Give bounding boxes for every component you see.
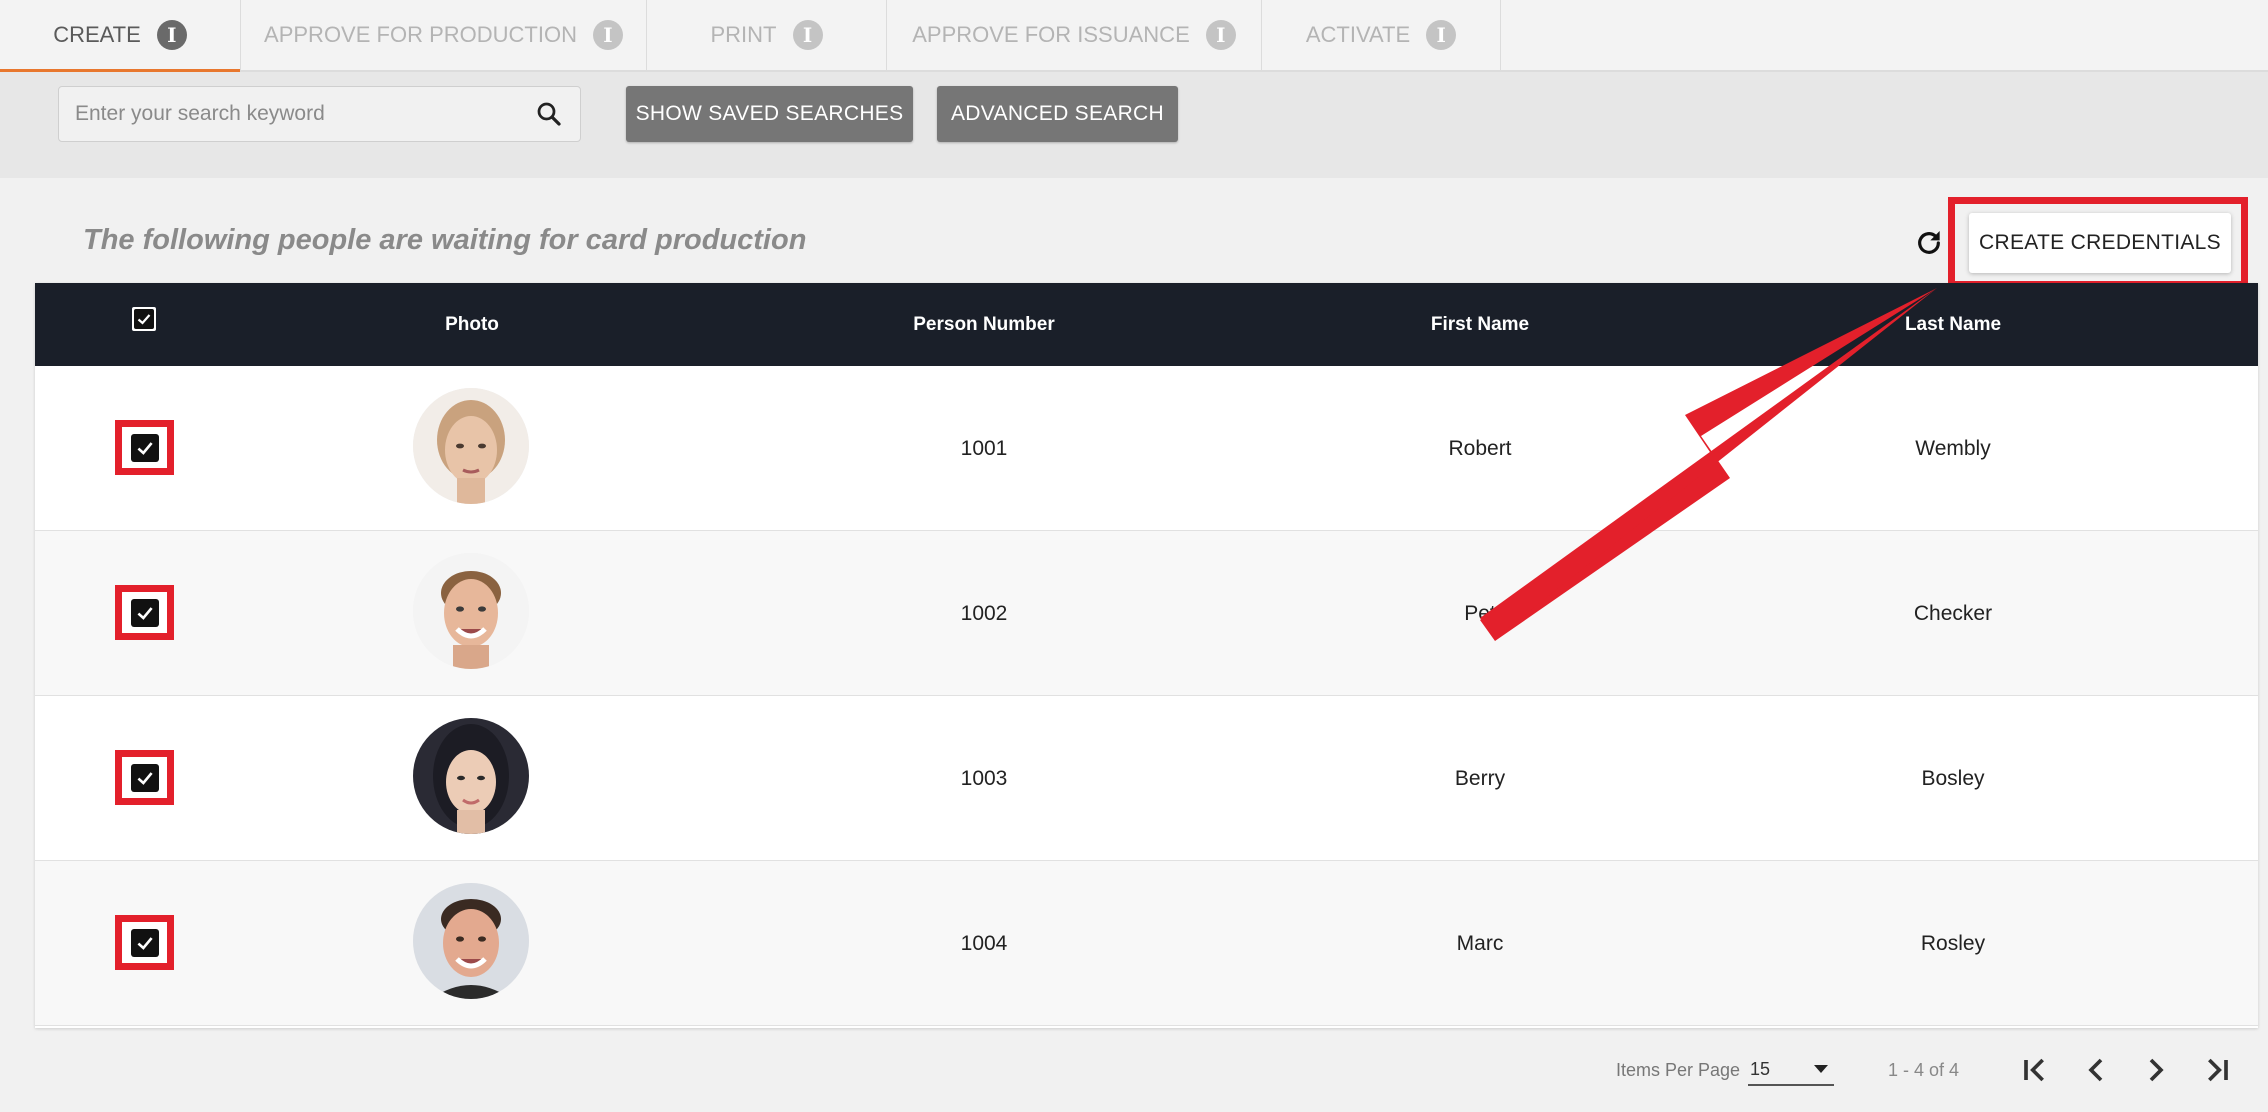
male-smiling-photo bbox=[413, 553, 529, 669]
last-page-button[interactable] bbox=[2196, 1050, 2236, 1090]
last-name-cell: Wembly bbox=[1915, 436, 1991, 460]
tab-print[interactable]: PRINT i bbox=[647, 0, 887, 70]
female-light-hair-photo bbox=[413, 388, 529, 504]
row-checkbox-highlight bbox=[115, 420, 174, 475]
next-page-button[interactable] bbox=[2136, 1050, 2176, 1090]
row-checkbox-highlight bbox=[115, 750, 174, 805]
first-page-button[interactable] bbox=[2016, 1050, 2056, 1090]
column-header-first-name[interactable]: First Name bbox=[1345, 283, 1615, 366]
column-header-photo[interactable]: Photo bbox=[392, 283, 552, 366]
tab-label: ACTIVATE bbox=[1305, 22, 1411, 47]
show-saved-searches-button[interactable]: SHOW SAVED SEARCHES bbox=[626, 86, 913, 142]
table-row[interactable]: 1002 Pet Checker bbox=[35, 531, 2258, 696]
previous-page-button[interactable] bbox=[2076, 1050, 2116, 1090]
first-name-cell: Berry bbox=[1454, 766, 1506, 790]
info-icon[interactable]: i bbox=[592, 20, 623, 50]
checkbox-checked-icon bbox=[137, 771, 153, 785]
person-number-cell: 1003 bbox=[960, 766, 1008, 790]
person-photo bbox=[413, 388, 529, 504]
person-photo bbox=[413, 883, 529, 999]
checkbox-checked-icon bbox=[137, 606, 153, 620]
tab-label: CREATE bbox=[53, 22, 141, 47]
tab-label: PRINT bbox=[710, 22, 777, 47]
row-checkbox-highlight bbox=[115, 915, 174, 970]
create-credentials-highlight: CREATE CREDENTIALS bbox=[1948, 197, 2248, 288]
search-icon[interactable] bbox=[534, 99, 564, 129]
row-checkbox[interactable] bbox=[130, 598, 159, 627]
tab-approve-for-production[interactable]: APPROVE FOR PRODUCTION i bbox=[241, 0, 647, 70]
first-name-cell: Pet bbox=[1464, 601, 1496, 625]
person-photo bbox=[413, 718, 529, 834]
search-box bbox=[58, 86, 581, 142]
search-input[interactable] bbox=[75, 102, 534, 126]
tab-label: APPROVE FOR PRODUCTION bbox=[264, 22, 577, 47]
create-credentials-button[interactable]: CREATE CREDENTIALS bbox=[1969, 213, 2231, 273]
first-name-cell: Robert bbox=[1448, 436, 1512, 460]
row-checkbox-highlight bbox=[115, 585, 174, 640]
page-range: 1 - 4 of 4 bbox=[1888, 1060, 1960, 1080]
info-icon[interactable]: i bbox=[1205, 20, 1236, 50]
next-page-icon bbox=[2149, 1058, 2164, 1082]
items-per-page-select[interactable]: 15 bbox=[1748, 1054, 1834, 1086]
last-name-cell: Bosley bbox=[1921, 766, 1985, 790]
row-checkbox[interactable] bbox=[130, 928, 159, 957]
table-row[interactable]: 1004 Marc Rosley bbox=[35, 861, 2258, 1026]
page-title: The following people are waiting for car… bbox=[83, 224, 807, 256]
last-name-cell: Rosley bbox=[1920, 931, 1986, 955]
person-number-cell: 1004 bbox=[960, 931, 1008, 955]
person-photo bbox=[413, 553, 529, 669]
person-number-cell: 1001 bbox=[960, 436, 1008, 460]
column-header-last-name[interactable]: Last Name bbox=[1818, 283, 2088, 366]
checkbox-checked-icon bbox=[134, 309, 154, 329]
last-page-icon bbox=[2208, 1058, 2228, 1082]
row-checkbox[interactable] bbox=[130, 433, 159, 462]
first-name-cell: Marc bbox=[1456, 931, 1504, 955]
tab-activate[interactable]: ACTIVATE i bbox=[1262, 0, 1501, 70]
people-table: Photo Person Number First Name Last Name… bbox=[35, 283, 2258, 1028]
items-per-page-value: 15 bbox=[1750, 1058, 1771, 1079]
workflow-tabs: CREATE i APPROVE FOR PRODUCTION i PRINT … bbox=[0, 0, 2268, 72]
advanced-search-button[interactable]: ADVANCED SEARCH bbox=[937, 86, 1178, 142]
pagination-bar: Items Per Page 15 1 - 4 of 4 bbox=[0, 1028, 2268, 1112]
info-icon[interactable]: i bbox=[156, 20, 187, 50]
tab-label: APPROVE FOR ISSUANCE bbox=[912, 22, 1190, 47]
male-dark-hair-photo bbox=[413, 883, 529, 999]
refresh-icon[interactable] bbox=[1913, 227, 1945, 259]
person-number-cell: 1002 bbox=[960, 601, 1008, 625]
chevron-down-icon bbox=[1814, 1065, 1828, 1073]
table-row[interactable]: 1001 Robert Wembly bbox=[35, 366, 2258, 531]
checkbox-checked-icon bbox=[137, 441, 153, 455]
first-page-icon bbox=[2024, 1058, 2044, 1082]
last-name-cell: Checker bbox=[1913, 601, 1993, 625]
table-header: Photo Person Number First Name Last Name bbox=[35, 283, 2258, 366]
info-icon[interactable]: i bbox=[792, 20, 823, 50]
tab-create[interactable]: CREATE i bbox=[0, 0, 241, 72]
select-all-checkbox[interactable] bbox=[132, 307, 156, 331]
items-per-page-label: Items Per Page bbox=[1616, 1060, 1741, 1080]
row-checkbox[interactable] bbox=[130, 763, 159, 792]
female-dark-hair-photo bbox=[413, 718, 529, 834]
column-header-person-number[interactable]: Person Number bbox=[849, 283, 1119, 366]
checkbox-checked-icon bbox=[137, 936, 153, 950]
info-icon[interactable]: i bbox=[1426, 20, 1457, 50]
prev-page-icon bbox=[2088, 1058, 2103, 1082]
table-row[interactable]: 1003 Berry Bosley bbox=[35, 696, 2258, 861]
tab-approve-for-issuance[interactable]: APPROVE FOR ISSUANCE i bbox=[887, 0, 1262, 70]
search-toolbar: SHOW SAVED SEARCHES ADVANCED SEARCH bbox=[0, 72, 2268, 178]
